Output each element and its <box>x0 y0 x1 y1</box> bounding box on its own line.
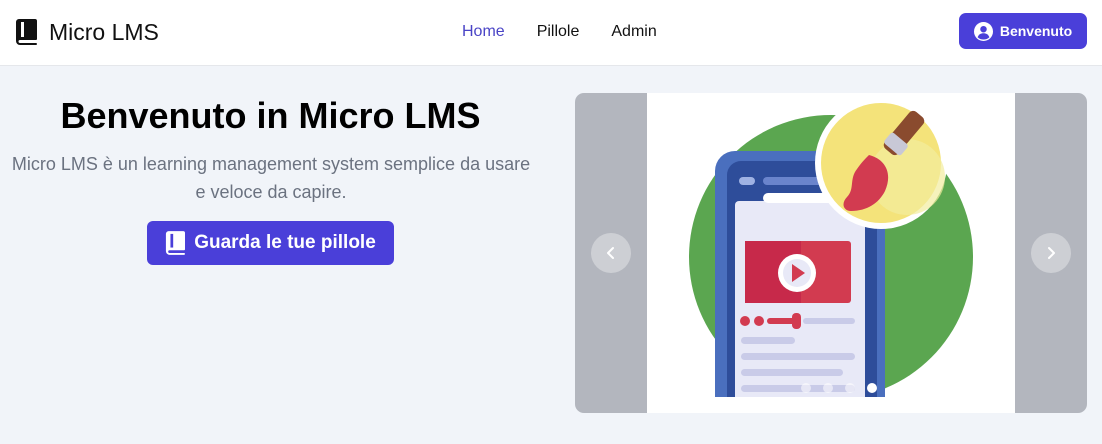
carousel-slide <box>647 93 1015 413</box>
hero-title: Benvenuto in Micro LMS <box>60 95 481 136</box>
video-lesson-illustration <box>647 97 1015 413</box>
user-menu-label: Benvenuto <box>999 23 1073 39</box>
nav-item-home[interactable]: Home <box>462 21 505 43</box>
carousel-dot[interactable] <box>845 383 855 393</box>
nav-item-pillole[interactable]: Pillole <box>537 21 580 43</box>
chevron-right-icon <box>1048 247 1055 259</box>
brand-title: Micro LMS <box>49 19 159 45</box>
chevron-left-icon <box>607 247 614 259</box>
image-carousel <box>575 93 1087 413</box>
carousel-dot[interactable] <box>823 383 833 393</box>
main-nav: Home Pillole Admin <box>462 21 657 43</box>
carousel-next-button[interactable] <box>1031 233 1071 273</box>
carousel-indicators <box>801 383 877 393</box>
user-menu-button[interactable]: Benvenuto <box>959 13 1087 49</box>
book-icon <box>16 19 37 45</box>
hero-description: Micro LMS è un learning management syste… <box>11 154 531 202</box>
view-pills-label: Guarda le tue pillole <box>194 232 376 253</box>
brand[interactable]: Micro LMS <box>15 18 159 46</box>
book-icon <box>166 231 186 255</box>
carousel-prev-button[interactable] <box>591 233 631 273</box>
carousel-dot-active[interactable] <box>867 383 877 393</box>
top-navbar: Micro LMS Home Pillole Admin Benvenuto <box>0 0 1102 66</box>
carousel-dot[interactable] <box>801 383 811 393</box>
user-circle-icon <box>973 21 993 41</box>
view-pills-button[interactable]: Guarda le tue pillole <box>147 221 394 265</box>
nav-item-admin[interactable]: Admin <box>611 21 656 43</box>
